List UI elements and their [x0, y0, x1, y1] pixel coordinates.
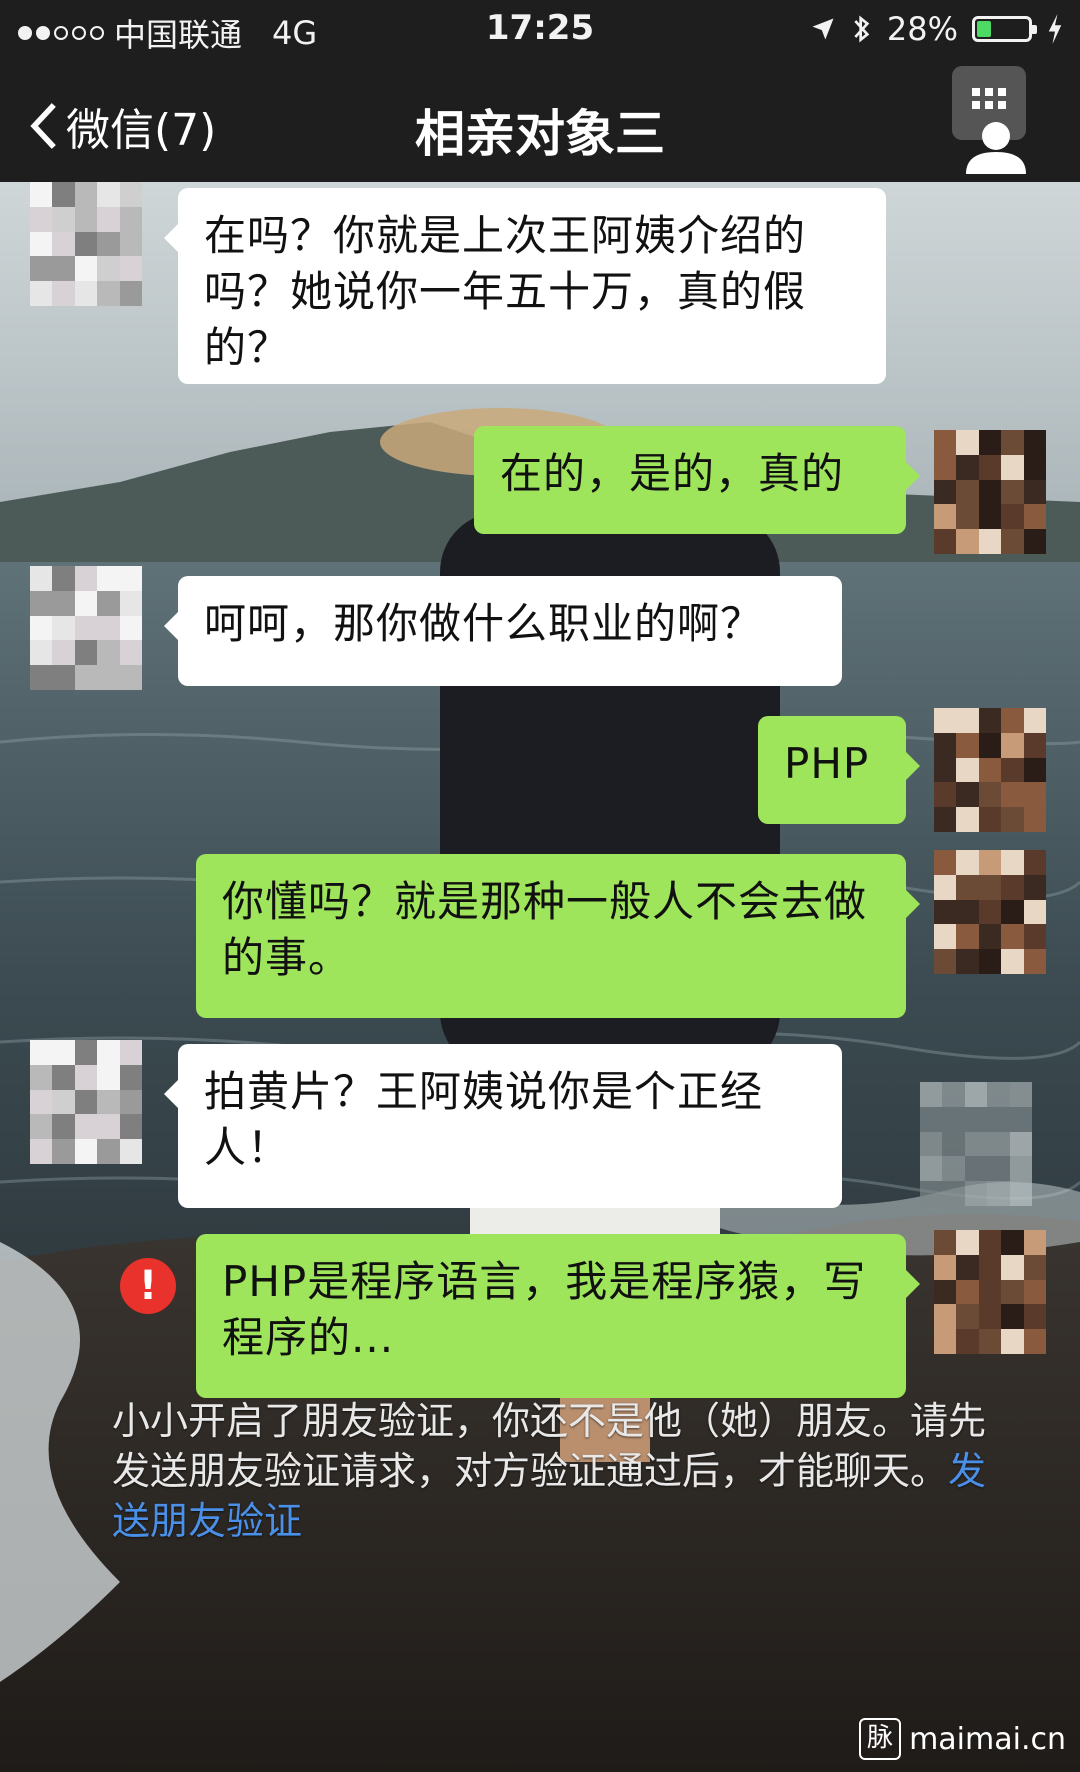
- contact-profile-button[interactable]: [940, 66, 1052, 176]
- own-avatar[interactable]: [934, 708, 1046, 832]
- battery-icon: [972, 16, 1037, 42]
- status-bar: 中国联通 4G 17:25 28%: [0, 0, 1080, 64]
- chat-background: 在吗？你就是上次王阿姨介绍的吗？她说你一年五十万，真的假的？ 在的，是的，真的 …: [0, 182, 1080, 1772]
- maimai-watermark: 脉 maimai.cn: [859, 1718, 1066, 1760]
- send-failed-icon[interactable]: !: [120, 1258, 176, 1314]
- battery-level-fill: [977, 21, 991, 37]
- contact-avatar[interactable]: [30, 1040, 142, 1164]
- message-text: 呵呵，那你做什么职业的啊？: [204, 599, 764, 648]
- location-arrow-icon: [812, 18, 834, 40]
- message-text: 在的，是的，真的: [500, 449, 845, 498]
- contact-avatar[interactable]: [30, 566, 142, 690]
- message-text: 拍黄片？王阿姨说你是个正经人！: [204, 1067, 764, 1172]
- message-text: 你懂吗？就是那种一般人不会去做的事。: [222, 877, 868, 982]
- incoming-message-bubble[interactable]: 呵呵，那你做什么职业的啊？: [164, 576, 842, 686]
- chat-title: 相亲对象三: [415, 105, 665, 163]
- own-avatar[interactable]: [934, 430, 1046, 554]
- friend-verification-notice: 小小开启了朋友验证，你还不是他（她）朋友。请先发送朋友验证请求，对方验证通过后，…: [112, 1396, 992, 1546]
- watermark-text: maimai.cn: [909, 1721, 1066, 1757]
- outgoing-message-bubble[interactable]: PHP: [758, 716, 920, 824]
- blurred-avatar: [920, 1082, 1032, 1206]
- incoming-message-bubble[interactable]: 拍黄片？王阿姨说你是个正经人！: [164, 1044, 842, 1208]
- own-avatar[interactable]: [934, 1230, 1046, 1354]
- maimai-logo: 脉: [859, 1718, 902, 1760]
- status-right: 28%: [809, 10, 1064, 48]
- own-avatar[interactable]: [934, 850, 1046, 974]
- bluetooth-icon: [854, 15, 870, 43]
- outgoing-message-bubble[interactable]: PHP是程序语言，我是程序猿，写程序的...: [196, 1234, 920, 1398]
- charging-bolt-icon: [1048, 14, 1062, 44]
- message-text: PHP: [784, 739, 870, 788]
- outgoing-message-bubble[interactable]: 在的，是的，真的: [474, 426, 920, 534]
- contact-avatar[interactable]: [30, 182, 142, 306]
- wechat-chat-screen: 中国联通 4G 17:25 28% 微信(7) 相亲对象三 在吗？你就是上次王阿…: [0, 0, 1080, 1772]
- battery-percent: 28%: [886, 10, 958, 48]
- nav-bar: 微信(7) 相亲对象三: [0, 64, 1080, 182]
- system-note-text: 小小开启了朋友验证，你还不是他（她）朋友。请先发送朋友验证请求，对方验证通过后，…: [112, 1399, 987, 1493]
- incoming-message-bubble[interactable]: 在吗？你就是上次王阿姨介绍的吗？她说你一年五十万，真的假的？: [164, 188, 886, 384]
- message-text: 在吗？你就是上次王阿姨介绍的吗？她说你一年五十万，真的假的？: [204, 211, 807, 372]
- outgoing-message-bubble[interactable]: 你懂吗？就是那种一般人不会去做的事。: [196, 854, 920, 1018]
- message-text: PHP是程序语言，我是程序猿，写程序的...: [222, 1257, 867, 1362]
- contact-profile-icon: [966, 122, 1026, 174]
